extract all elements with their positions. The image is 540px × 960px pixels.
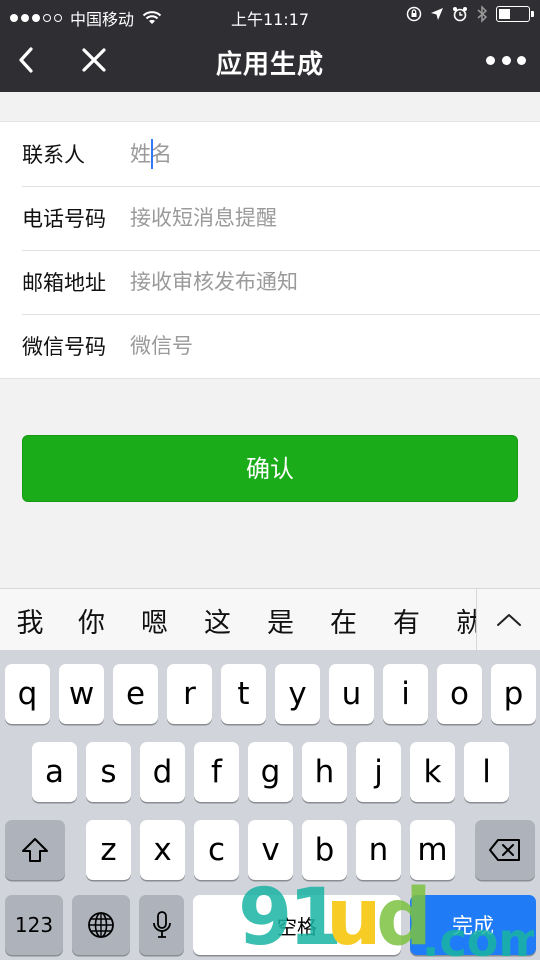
more-options-button[interactable] xyxy=(486,48,526,72)
orientation-lock-icon xyxy=(406,6,422,22)
more-dot xyxy=(517,55,526,65)
ime-candidate-bar: 我 你 嗯 这 是 在 有 就 xyxy=(0,588,540,651)
status-bar: 中国移动 上午11:17 xyxy=(0,0,540,30)
candidate-word[interactable]: 是 xyxy=(249,601,312,640)
key-h[interactable]: h xyxy=(302,742,347,802)
key-f[interactable]: f xyxy=(194,742,239,802)
candidate-word[interactable]: 有 xyxy=(375,601,438,640)
key-e[interactable]: e xyxy=(113,664,158,724)
candidate-word[interactable]: 你 xyxy=(60,601,123,640)
key-a[interactable]: a xyxy=(32,742,77,802)
form-row-phone: 电话号码 xyxy=(0,186,540,250)
keyboard: q w e r t y u i o p a s d f g h j k l z … xyxy=(0,650,540,960)
alarm-icon xyxy=(453,7,467,22)
key-w[interactable]: w xyxy=(59,664,104,724)
delete-key[interactable] xyxy=(475,820,535,880)
backspace-icon xyxy=(489,839,520,861)
candidate-word[interactable]: 嗯 xyxy=(123,601,186,640)
key-p[interactable]: p xyxy=(491,664,536,724)
key-y[interactable]: y xyxy=(275,664,320,724)
key-x[interactable]: x xyxy=(140,820,185,880)
microphone-icon xyxy=(152,911,171,938)
key-g[interactable]: g xyxy=(248,742,293,802)
key-c[interactable]: c xyxy=(194,820,239,880)
key-v[interactable]: v xyxy=(248,820,293,880)
key-j[interactable]: j xyxy=(356,742,401,802)
contact-name-input[interactable] xyxy=(130,142,540,166)
numbers-key[interactable]: 123 xyxy=(5,895,63,955)
candidate-word[interactable]: 就 xyxy=(438,601,476,640)
candidate-word[interactable]: 我 xyxy=(0,601,60,640)
form-row-wechat: 微信号码 xyxy=(0,314,540,378)
candidate-list: 我 你 嗯 这 是 在 有 就 xyxy=(0,589,477,651)
key-d[interactable]: d xyxy=(140,742,185,802)
confirm-button[interactable]: 确认 xyxy=(22,435,518,502)
done-key[interactable]: 完成 xyxy=(410,895,536,955)
bluetooth-icon xyxy=(477,5,488,23)
location-arrow-icon xyxy=(431,8,443,20)
wechat-label: 微信号码 xyxy=(22,335,106,359)
key-n[interactable]: n xyxy=(356,820,401,880)
key-o[interactable]: o xyxy=(437,664,482,724)
key-m[interactable]: m xyxy=(410,820,455,880)
key-k[interactable]: k xyxy=(410,742,455,802)
contact-form: 联系人 电话号码 邮箱地址 微信号码 xyxy=(0,121,540,379)
key-b[interactable]: b xyxy=(302,820,347,880)
shift-key[interactable] xyxy=(5,820,65,880)
email-label: 邮箱地址 xyxy=(22,271,106,295)
key-s[interactable]: s xyxy=(86,742,131,802)
nav-bar: 应用生成 xyxy=(0,30,540,92)
status-right xyxy=(406,5,534,23)
more-dot xyxy=(501,55,511,65)
space-key[interactable]: 空格 xyxy=(193,895,401,955)
globe-key[interactable] xyxy=(72,895,130,955)
text-cursor xyxy=(151,139,153,169)
email-input[interactable] xyxy=(130,270,540,294)
key-t[interactable]: t xyxy=(221,664,266,724)
contact-label: 联系人 xyxy=(22,143,85,167)
top-bar: 中国移动 上午11:17 应用生成 xyxy=(0,0,540,92)
shift-icon xyxy=(22,838,48,862)
dictation-key[interactable] xyxy=(139,895,184,955)
candidate-word[interactable]: 这 xyxy=(186,601,249,640)
key-z[interactable]: z xyxy=(86,820,131,880)
key-i[interactable]: i xyxy=(383,664,428,724)
form-row-email: 邮箱地址 xyxy=(0,250,540,314)
key-u[interactable]: u xyxy=(329,664,374,724)
key-r[interactable]: r xyxy=(167,664,212,724)
candidate-word[interactable]: 在 xyxy=(312,601,375,640)
key-q[interactable]: q xyxy=(5,664,50,724)
battery-icon xyxy=(496,6,534,22)
key-l[interactable]: l xyxy=(464,742,509,802)
form-row-contact: 联系人 xyxy=(0,122,540,186)
chevron-up-icon xyxy=(496,614,521,626)
page-title: 应用生成 xyxy=(215,50,324,80)
phone-label: 电话号码 xyxy=(22,207,106,231)
wechat-input[interactable] xyxy=(130,334,540,358)
phone-input[interactable] xyxy=(130,206,540,230)
more-dot xyxy=(486,55,495,65)
expand-candidates-button[interactable] xyxy=(476,589,540,651)
globe-icon xyxy=(88,912,114,938)
